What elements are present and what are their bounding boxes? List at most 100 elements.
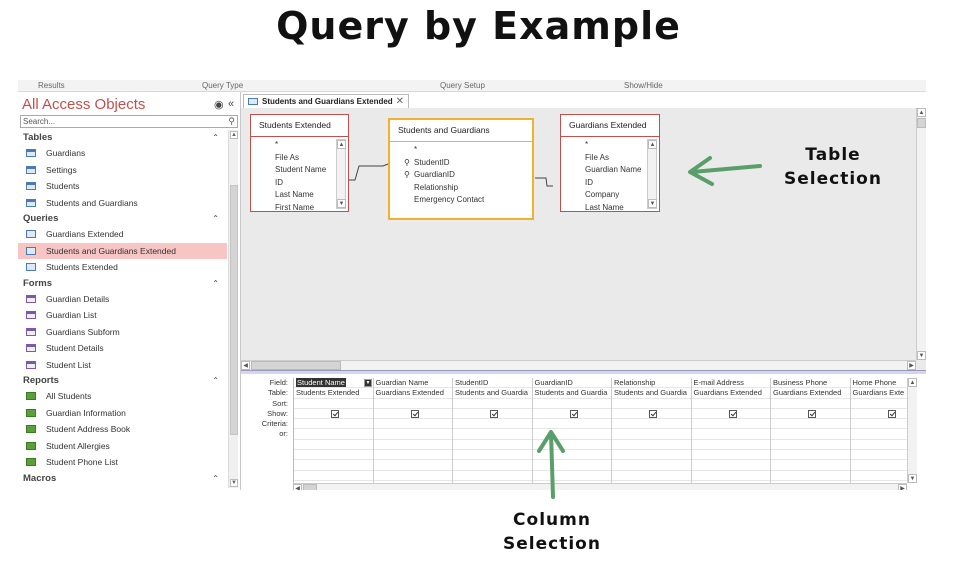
or-cell[interactable] (373, 460, 452, 471)
field-cell[interactable]: Home Phone (850, 378, 907, 389)
field-item[interactable]: Company (561, 189, 659, 202)
or-cell[interactable] (453, 450, 532, 461)
or-cell[interactable] (612, 429, 691, 440)
field-item[interactable]: * (390, 144, 532, 157)
or-cell[interactable] (850, 471, 907, 481)
show-checkbox[interactable] (490, 409, 498, 418)
scroll-down-icon[interactable]: ▼ (648, 199, 657, 208)
canvas-vertical-scrollbar[interactable]: ▲ ▼ (916, 108, 926, 360)
or-cell[interactable] (373, 471, 452, 481)
scroll-right-icon[interactable]: ▶ (898, 484, 907, 490)
or-cell[interactable] (612, 450, 691, 461)
field-item[interactable]: ID (561, 177, 659, 190)
grid-column[interactable]: StudentID Students and Guardia (453, 378, 533, 483)
sort-cell[interactable] (373, 399, 452, 409)
field-item[interactable]: Last Name (561, 202, 659, 215)
table-scrollbar[interactable]: ▲ ▼ (336, 139, 346, 209)
nav-item[interactable]: Students and Guardians (18, 195, 227, 212)
criteria-cell[interactable] (850, 419, 907, 430)
or-cell[interactable] (691, 450, 770, 461)
nav-item[interactable]: Filters (18, 486, 227, 489)
grid-column[interactable]: Student Name ▼ Students Extended (294, 378, 374, 483)
nav-item[interactable]: Student Address Book (18, 421, 227, 438)
nav-item[interactable]: Guardians (18, 145, 227, 162)
nav-item[interactable]: Students Extended (18, 259, 227, 276)
scroll-up-icon[interactable]: ▲ (230, 131, 238, 139)
sort-cell[interactable] (453, 399, 532, 409)
sort-cell[interactable] (294, 399, 373, 409)
or-cell[interactable] (691, 429, 770, 440)
table-box-students-extended[interactable]: Students Extended * File As Student Name… (250, 114, 349, 212)
show-checkbox[interactable] (887, 409, 896, 418)
nav-item[interactable]: Guardian Information (18, 405, 227, 422)
scroll-down-icon[interactable]: ▼ (917, 351, 926, 360)
show-checkbox[interactable] (649, 409, 657, 418)
or-cell[interactable] (453, 429, 532, 440)
show-checkbox[interactable] (410, 409, 419, 418)
field-item[interactable]: ID (251, 177, 348, 190)
or-cell[interactable] (612, 440, 691, 451)
criteria-cell[interactable] (612, 419, 691, 430)
or-cell[interactable] (453, 460, 532, 471)
canvas-horizontal-scrollbar[interactable]: ◀ ▶ (241, 360, 916, 370)
scroll-left-icon[interactable]: ◀ (293, 484, 302, 490)
nav-item[interactable]: Students and Guardians Extended (18, 242, 227, 259)
or-cell[interactable] (771, 429, 850, 440)
nav-menu-icon[interactable]: ◉ (214, 98, 224, 111)
table-cell[interactable]: Students Extended (294, 388, 373, 399)
or-cell[interactable] (691, 440, 770, 451)
field-item[interactable]: * (561, 139, 659, 152)
show-checkbox[interactable] (808, 409, 816, 418)
chevron-up-icon[interactable]: ⌃ (212, 130, 219, 145)
sort-cell[interactable] (612, 399, 691, 409)
sort-cell[interactable] (850, 399, 907, 409)
scroll-down-icon[interactable]: ▼ (908, 474, 917, 483)
scroll-up-icon[interactable]: ▲ (648, 140, 657, 149)
sort-cell[interactable] (771, 399, 850, 409)
nav-group-tables[interactable]: Tables ⌃ (18, 130, 227, 145)
grid-column[interactable]: Business Phone Guardians Extended (771, 378, 851, 483)
table-box-students-and-guardians[interactable]: Students and Guardians * ⚲ StudentID ⚲ Gua… (388, 118, 534, 220)
close-icon[interactable]: ✕ (396, 95, 404, 108)
nav-item[interactable]: All Students (18, 388, 227, 405)
scroll-thumb[interactable] (303, 484, 317, 490)
scroll-up-icon[interactable]: ▲ (908, 378, 917, 387)
or-cell[interactable] (771, 440, 850, 451)
criteria-cell[interactable] (771, 419, 850, 430)
chevron-up-icon[interactable]: ⌃ (212, 211, 219, 226)
or-cell[interactable] (771, 471, 850, 481)
scroll-thumb[interactable] (251, 361, 341, 370)
criteria-cell[interactable] (691, 419, 770, 430)
grid-vertical-scrollbar[interactable]: ▲ ▼ (907, 378, 917, 483)
nav-item[interactable]: Settings (18, 162, 227, 179)
field-item[interactable]: Student Name (251, 164, 348, 177)
sort-cell[interactable] (532, 399, 611, 409)
or-cell[interactable] (771, 450, 850, 461)
or-cell[interactable] (294, 460, 373, 471)
or-cell[interactable] (850, 460, 907, 471)
grid-column[interactable]: E-mail Address Guardians Extended (691, 378, 771, 483)
scroll-down-icon[interactable]: ▼ (337, 199, 346, 208)
tab-students-and-guardians-extended[interactable]: Students and Guardians Extended ✕ (243, 94, 409, 108)
or-cell[interactable] (612, 471, 691, 481)
sort-cell[interactable] (691, 399, 770, 409)
nav-item[interactable]: Guardians Subform (18, 324, 227, 341)
field-item-key[interactable]: ⚲ StudentID (390, 157, 532, 170)
or-cell[interactable] (771, 460, 850, 471)
nav-pane-title[interactable]: All Access Objects (22, 96, 145, 113)
field-item[interactable]: Relationship (390, 182, 532, 195)
table-cell[interactable]: Students and Guardia (532, 388, 611, 399)
or-cell[interactable] (294, 429, 373, 440)
chevron-up-icon[interactable]: ⌃ (212, 276, 219, 291)
nav-group-macros[interactable]: Macros ⌃ (18, 471, 227, 486)
nav-item[interactable]: Guardian Details (18, 291, 227, 308)
nav-item[interactable]: Guardians Extended (18, 226, 227, 243)
table-cell[interactable]: Guardians Extended (771, 388, 850, 399)
scroll-up-icon[interactable]: ▲ (337, 140, 346, 149)
criteria-cell[interactable] (373, 419, 452, 430)
nav-item[interactable]: Guardian List (18, 307, 227, 324)
field-cell[interactable]: Business Phone (771, 378, 850, 389)
or-cell[interactable] (373, 450, 452, 461)
scroll-up-icon[interactable]: ▲ (917, 108, 926, 117)
field-item[interactable]: File As (561, 152, 659, 165)
